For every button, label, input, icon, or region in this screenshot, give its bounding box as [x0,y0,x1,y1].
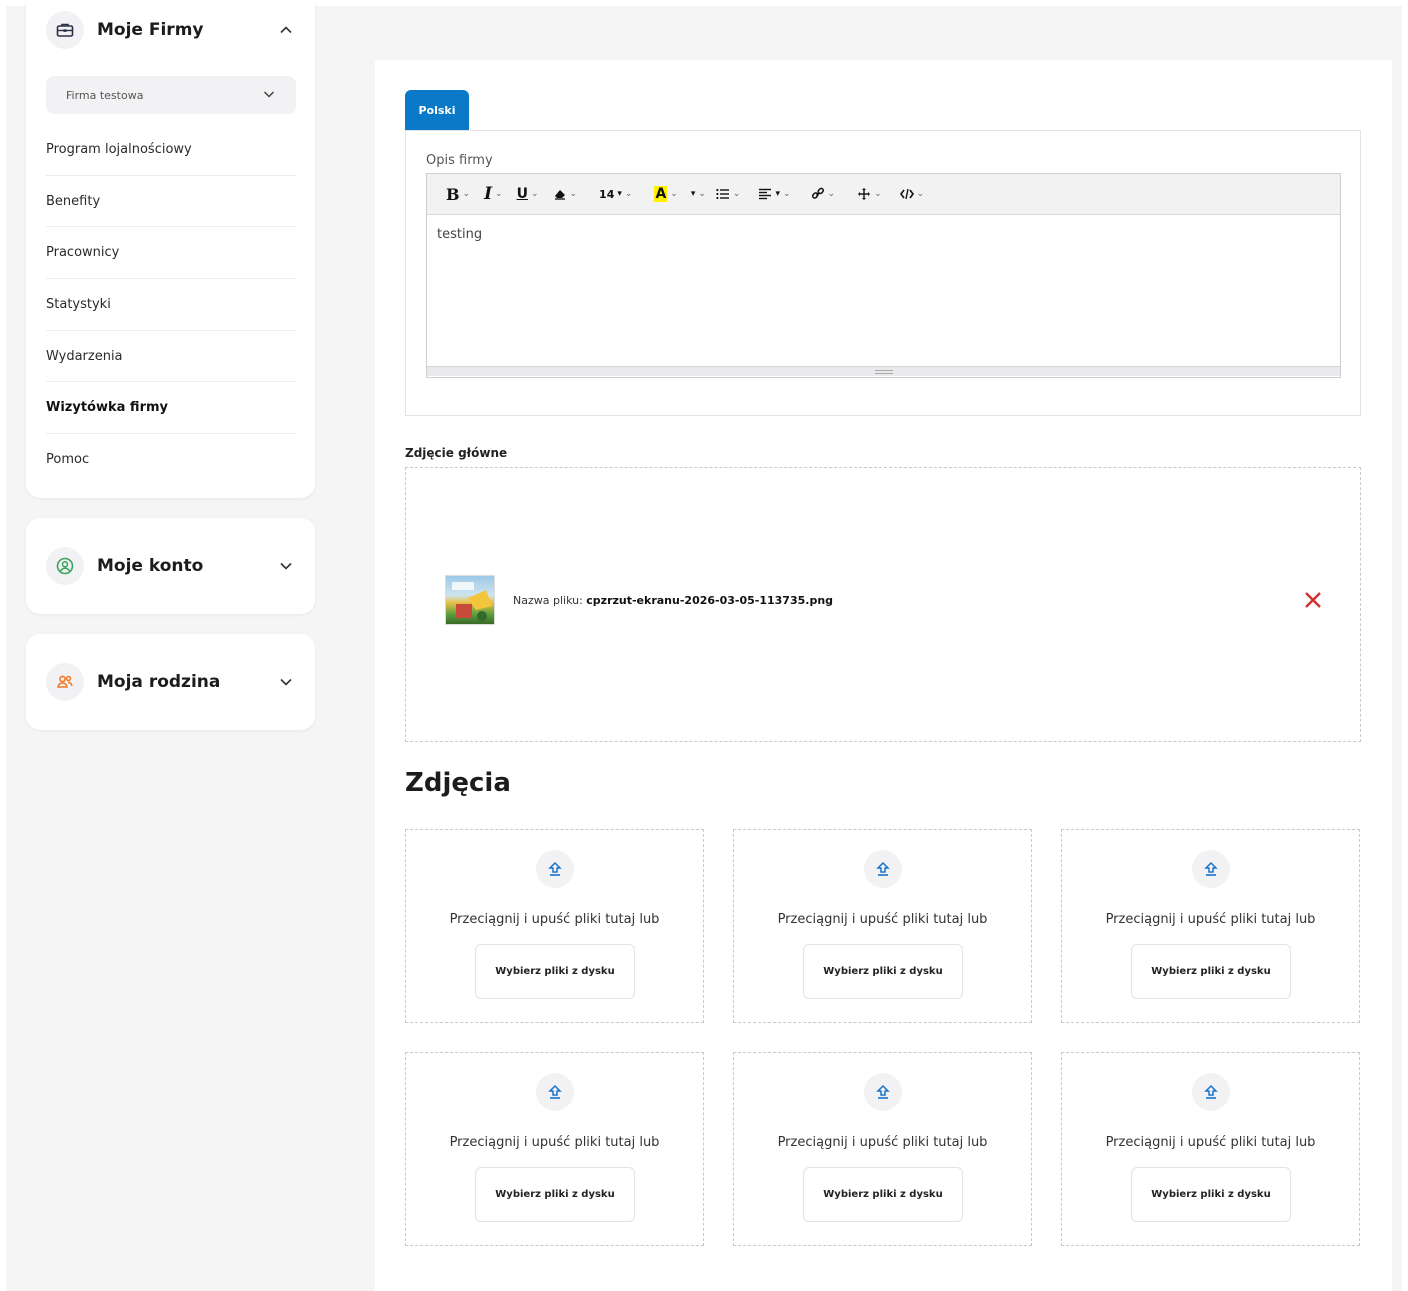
upload-icon [864,850,902,888]
chevron-up-icon[interactable] [277,21,295,39]
family-title: Moja rodzina [97,672,221,692]
dropzone-text: Przeciągnij i upuść pliki tutaj lub [449,1135,660,1150]
family-header[interactable]: Moja rodzina [46,662,295,702]
menu-item-statistics[interactable]: Statystyki [46,279,296,331]
choose-files-button[interactable]: Wybierz pliki z dysku [475,944,635,999]
font-size-dropdown[interactable]: 14 ▾ ⌄ [594,180,637,208]
photo-dropzone[interactable]: Przeciągnij i upuść pliki tutaj lub Wybi… [1061,1052,1360,1246]
photo-dropzone[interactable]: Przeciągnij i upuść pliki tutaj lub Wybi… [1061,829,1360,1023]
photos-title: Zdjęcia [405,768,511,798]
menu-item-events[interactable]: Wydarzenia [46,331,296,383]
resize-handle[interactable] [427,366,1340,376]
link-icon[interactable]: ⌄ [806,180,841,208]
photo-dropzone[interactable]: Przeciągnij i upuść pliki tutaj lub Wybi… [405,1052,704,1246]
code-view-icon[interactable]: ⌄ [895,180,930,208]
choose-files-button[interactable]: Wybierz pliki z dysku [803,1167,963,1222]
file-name: cpzrzut-ekranu-2026-03-05-113735.png [586,593,834,607]
file-thumbnail [445,575,495,625]
description-section: Opis firmy B ⌄ I ⌄ U ⌄ ⌄ 14 ▾ ⌄ A ⌄ ▾ ⌄ ⌄ ▾ ⌄ ⌄ … [405,130,1361,416]
dropzone-text: Przeciągnij i upuść pliki tutaj lub [777,912,988,927]
menu-item-benefits[interactable]: Benefity [46,176,296,228]
user-circle-icon [46,547,84,585]
main-photo-dropzone[interactable]: Nazwa pliku: cpzrzut-ekranu-2026-03-05-1… [405,467,1361,742]
firm-select[interactable]: Firma testowa [46,76,296,114]
upload-icon [1192,850,1230,888]
companies-header[interactable]: Moje Firmy [46,10,295,50]
menu-item-help[interactable]: Pomoc [46,434,296,486]
photo-dropzone[interactable]: Przeciągnij i upuść pliki tutaj lub Wybi… [733,1052,1032,1246]
editor-toolbar: B ⌄ I ⌄ U ⌄ ⌄ 14 ▾ ⌄ A ⌄ ▾ ⌄ ⌄ ▾ ⌄ ⌄ ⌄ ⌄ [427,174,1340,215]
upload-icon [1192,1073,1230,1111]
firm-select-value: Firma testowa [66,88,144,102]
dropzone-text: Przeciągnij i upuść pliki tutaj lub [449,912,660,927]
upload-icon [536,1073,574,1111]
photo-dropzone[interactable]: Przeciągnij i upuść pliki tutaj lub Wybi… [733,829,1032,1023]
paragraph-style-dropdown[interactable]: ▾ ⌄ [683,180,711,208]
companies-card: Moje Firmy Firma testowa Program lojalno… [26,0,315,498]
menu-item-loyalty[interactable]: Program lojalnościowy [46,124,296,176]
choose-files-button[interactable]: Wybierz pliki z dysku [475,1167,635,1222]
align-left-icon[interactable]: ▾ ⌄ [753,180,795,208]
description-label: Opis firmy [426,153,493,168]
menu-item-business-card[interactable]: Wizytówka firmy [46,382,296,435]
main-panel: Polski Opis firmy B ⌄ I ⌄ U ⌄ ⌄ 14 ▾ ⌄ A ⌄ ▾ ⌄ … [375,60,1392,1291]
bold-button[interactable]: B ⌄ [441,180,475,208]
photo-dropzone[interactable]: Przeciągnij i upuść pliki tutaj lub Wybi… [405,829,704,1023]
chevron-down-icon [262,87,276,104]
upload-icon [864,1073,902,1111]
choose-files-button[interactable]: Wybierz pliki z dysku [1131,944,1291,999]
move-icon[interactable]: ⌄ [852,180,887,208]
editor-content[interactable]: testing [427,215,1340,366]
italic-button[interactable]: I ⌄ [479,180,508,208]
choose-files-button[interactable]: Wybierz pliki z dysku [803,944,963,999]
account-title: Moje konto [97,556,204,576]
main-photo-label: Zdjęcie główne [405,446,508,460]
menu-item-employees[interactable]: Pracownicy [46,227,296,280]
family-card: Moja rodzina [26,634,315,730]
tab-polish[interactable]: Polski [405,90,469,130]
companies-menu: Program lojalnościowy Benefity Pracownic… [46,124,296,486]
dropzone-text: Przeciągnij i upuść pliki tutaj lub [1105,1135,1316,1150]
chevron-down-icon[interactable] [277,557,295,575]
list-icon[interactable]: ⌄ [711,180,746,208]
chevron-down-icon[interactable] [277,673,295,691]
choose-files-button[interactable]: Wybierz pliki z dysku [1131,1167,1291,1222]
account-card: Moje konto [26,518,315,614]
upload-icon [536,850,574,888]
text-color-button[interactable]: A ⌄ [649,180,682,208]
remove-file-icon[interactable] [1301,588,1325,612]
dropzone-text: Przeciągnij i upuść pliki tutaj lub [1105,912,1316,927]
account-header[interactable]: Moje konto [46,546,295,586]
companies-title: Moje Firmy [97,20,204,40]
eraser-icon[interactable]: ⌄ [548,180,583,208]
underline-button[interactable]: U ⌄ [512,180,544,208]
rich-text-editor: B⌄ I⌄ U⌄ ⌄ 14▾⌄ A⌄ ▾⌄ ⌄ ▾⌄ ⌄ ⌄ ⌄ [426,173,1341,378]
family-icon [46,663,84,701]
dropzone-text: Przeciągnij i upuść pliki tutaj lub [777,1135,988,1150]
briefcase-icon [46,11,84,49]
uploaded-file-row: Nazwa pliku: cpzrzut-ekranu-2026-03-05-1… [445,575,1325,625]
file-name-label: Nazwa pliku: cpzrzut-ekranu-2026-03-05-1… [513,593,834,607]
